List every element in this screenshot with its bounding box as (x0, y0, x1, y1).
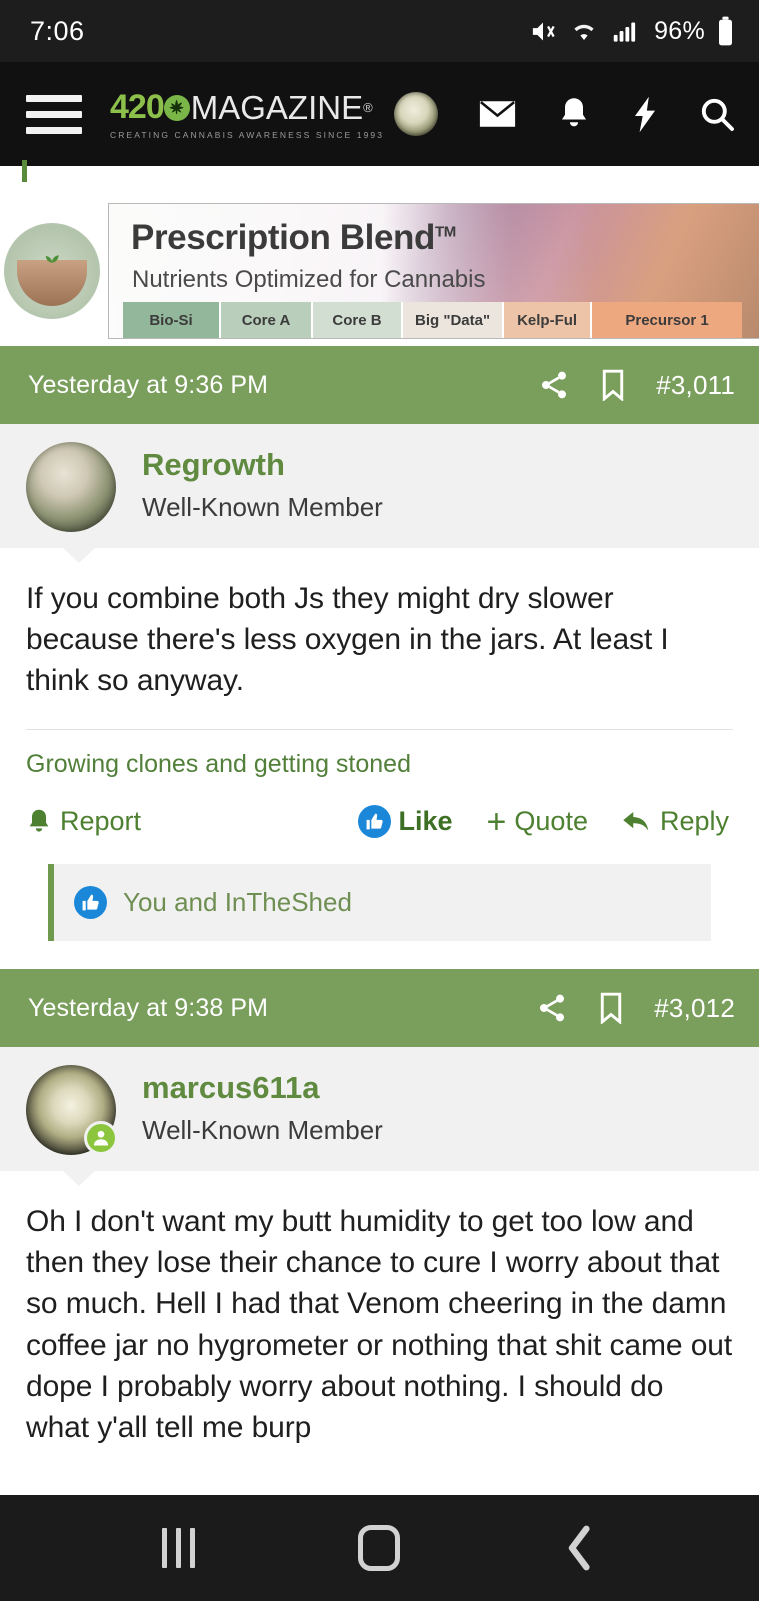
cannabis-leaf-icon (163, 94, 190, 121)
user-avatar[interactable] (394, 92, 438, 136)
post-bottom-spacer (26, 941, 733, 970)
reply-label: Reply (659, 806, 729, 837)
alerts-icon[interactable] (557, 96, 591, 132)
report-label: Report (60, 806, 142, 837)
like-button[interactable]: Like (357, 805, 453, 839)
ad-title: Prescription BlendTM (131, 218, 456, 257)
whats-new-icon[interactable] (631, 96, 659, 133)
logo-tagline: CREATING CANNABIS AWARENESS SINCE 1993 (110, 130, 385, 140)
post-message-text: Oh I don't want my butt humidity to get … (26, 1205, 733, 1444)
ad-tab: Bio-Si (123, 302, 221, 338)
likes-label: You and InTheShed (123, 887, 352, 918)
post-number[interactable]: #3,011 (656, 370, 735, 401)
ad-trademark: TM (434, 223, 456, 241)
content-top-strip (0, 160, 759, 196)
logo-word: MAGAZINE (190, 88, 364, 126)
thumbs-up-icon (357, 805, 391, 839)
share-icon[interactable] (536, 992, 568, 1024)
quote-button[interactable]: + Quote (486, 802, 588, 841)
bell-icon (29, 809, 49, 832)
post-body: Oh I don't want my butt humidity to get … (0, 1171, 759, 1448)
advertisement-creative: Prescription BlendTM Nutrients Optimized… (108, 203, 759, 339)
mute-icon (528, 18, 558, 45)
sprout-icon (45, 255, 59, 277)
signal-icon (610, 18, 640, 45)
avatar[interactable] (26, 1065, 118, 1156)
hamburger-menu-icon[interactable] (26, 94, 82, 134)
author-signature: Growing clones and getting stoned (26, 750, 411, 779)
post-number[interactable]: #3,012 (654, 993, 735, 1024)
home-button[interactable] (357, 1525, 400, 1571)
thread-content: Prescription BlendTM Nutrients Optimized… (0, 160, 759, 1448)
inbox-icon[interactable] (478, 98, 517, 130)
site-logo[interactable]: 420 MAGAZINE ® CREATING CANNABIS AWARENE… (110, 88, 384, 140)
avatar[interactable] (26, 442, 116, 532)
author-title: Well-Known Member (142, 1115, 383, 1146)
wifi-icon (569, 18, 599, 45)
battery-percent-label: 96% (654, 16, 705, 45)
speech-notch (62, 547, 96, 563)
logo-number: 420 (110, 88, 165, 126)
ad-tab: Big "Data" (403, 302, 505, 338)
ad-product-tabs: Bio-Si Core A Core B Big "Data" Kelp-Ful… (123, 302, 743, 338)
reply-arrow-icon (623, 811, 649, 831)
post-date[interactable]: Yesterday at 9:38 PM (28, 994, 268, 1023)
android-navigation-bar (0, 1495, 759, 1601)
reply-button[interactable]: Reply (622, 806, 729, 837)
ad-tab: Core B (313, 302, 403, 338)
ad-subtitle: Nutrients Optimized for Cannabis (132, 266, 486, 293)
recents-button[interactable] (161, 1528, 195, 1568)
speech-notch (62, 1170, 96, 1187)
status-bar: 7:06 96% (0, 0, 759, 62)
report-button[interactable]: Report (26, 806, 141, 837)
header-icon-group (394, 92, 735, 136)
post-header-bar: Yesterday at 9:36 PM #3,011 (0, 346, 759, 424)
search-icon[interactable] (699, 96, 735, 132)
back-button[interactable] (563, 1524, 597, 1572)
thumbs-up-icon (74, 886, 107, 920)
post-header-bar: Yesterday at 9:38 PM #3,012 (0, 969, 759, 1048)
like-label: Like (398, 806, 453, 837)
battery-icon (716, 16, 735, 46)
status-indicators: 96% (528, 16, 735, 46)
bookmark-icon[interactable] (598, 992, 624, 1025)
author-username[interactable]: marcus611a (142, 1069, 383, 1108)
post-likes-bar[interactable]: You and InTheShed (48, 864, 711, 942)
post-message-text: If you combine both Js they might dry sl… (26, 582, 669, 698)
status-clock: 7:06 (30, 15, 85, 46)
post-date[interactable]: Yesterday at 9:36 PM (28, 371, 268, 400)
ad-tab: Precursor 1 (592, 302, 743, 338)
post-body: If you combine both Js they might dry sl… (0, 548, 759, 970)
logo-registered-mark: ® (363, 100, 373, 115)
advertiser-logo (4, 223, 100, 319)
author-username[interactable]: Regrowth (142, 446, 383, 485)
phone-screen: 7:06 96% 420 MAGAZINE ® CREATING CANNABI… (0, 0, 759, 1601)
post-author-row: Regrowth Well-Known Member (0, 424, 759, 563)
ad-tab: Kelp-Ful (504, 302, 593, 338)
post-author-row: marcus611a Well-Known Member (0, 1047, 759, 1187)
share-icon[interactable] (538, 369, 570, 401)
plus-icon: + (486, 802, 507, 841)
author-title: Well-Known Member (142, 491, 383, 522)
advertisement-banner[interactable]: Prescription BlendTM Nutrients Optimized… (0, 196, 759, 346)
quote-label: Quote (514, 806, 588, 837)
app-header: 420 MAGAZINE ® CREATING CANNABIS AWARENE… (0, 62, 759, 166)
post-actions: Report Like + Quote Reply (26, 779, 733, 841)
online-status-icon (84, 1121, 118, 1156)
bookmark-icon[interactable] (600, 369, 626, 401)
ad-tab: Core A (221, 302, 313, 338)
